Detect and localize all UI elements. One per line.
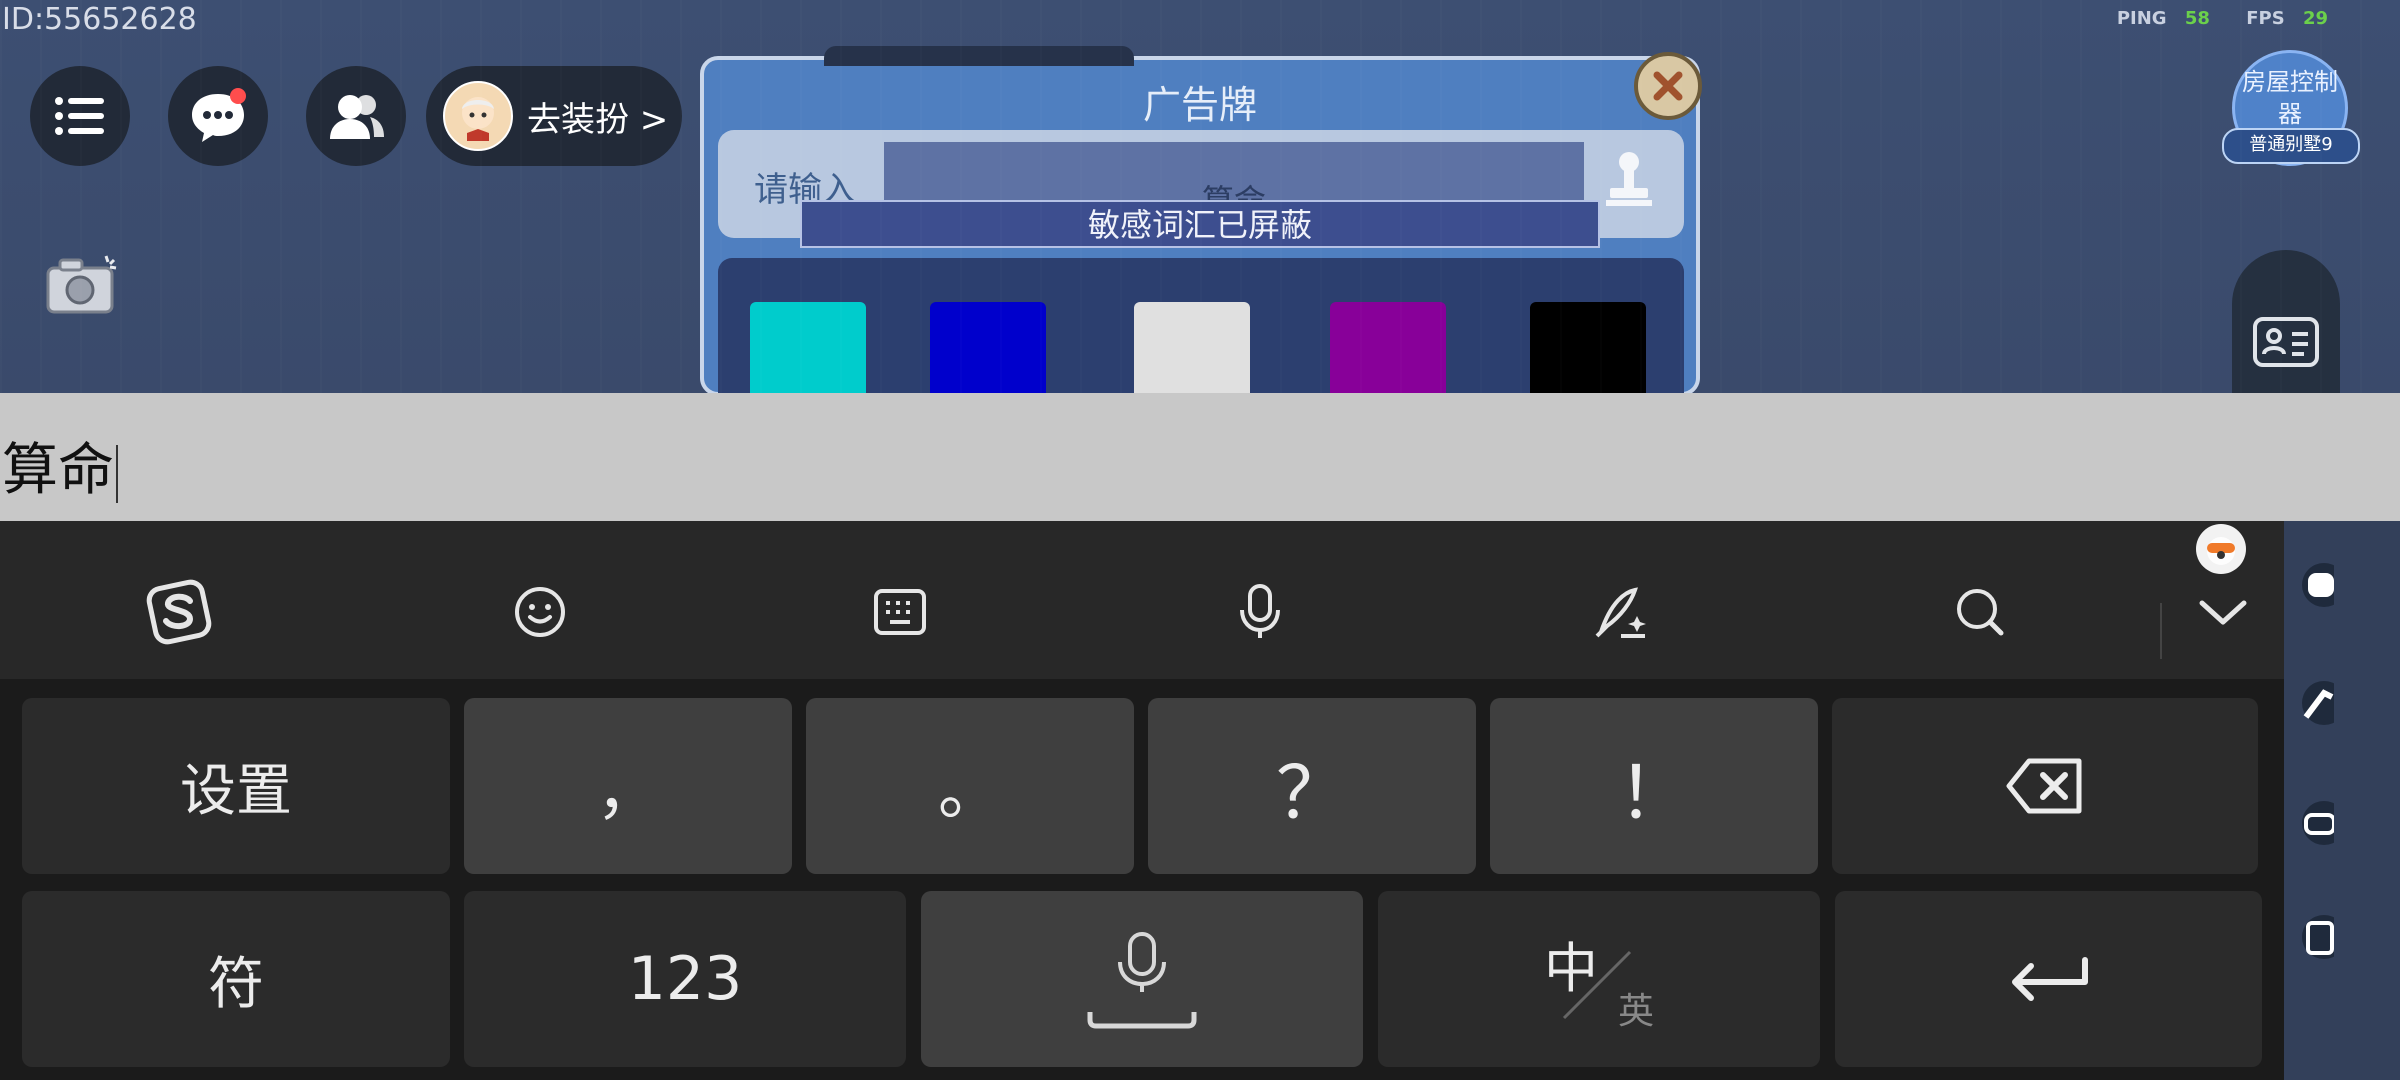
language-switch-key[interactable]: 中 英 [1378,891,1820,1067]
text-caret [116,444,118,503]
color-swatch[interactable] [750,302,866,393]
camera-icon [46,255,117,314]
game-scene: ID:55652628 PING 58 FPS 29 去装扮 > 房屋控制器 普… [0,0,2400,393]
friends-icon [330,95,384,139]
ime-mascot-icon[interactable] [2196,524,2246,574]
stamp-icon [1606,152,1652,206]
keyboard-layout-button[interactable] [865,577,935,647]
stamp-button[interactable] [1604,150,1654,212]
ping-value: 58 [2184,8,2210,29]
sogou-logo-button[interactable] [144,577,214,647]
slash-divider [1562,950,1632,1020]
search-icon [1957,589,2004,636]
handwriting-button[interactable] [1586,577,1656,647]
sensitive-word-toast: 敏感词汇已屏蔽 [800,200,1600,248]
microphone-icon [1087,932,1197,1029]
dress-up-button[interactable]: 去装扮 > [426,66,682,166]
wrench-icon[interactable] [2294,673,2334,733]
fps-label: FPS [2246,8,2285,29]
numbers-key[interactable]: 123 [464,891,906,1067]
voice-icon [1240,584,1280,638]
menu-icon [55,97,104,135]
input-label: 请输入 [754,170,856,210]
billboard-dialog: 广告牌 请输入 算命 [700,46,1700,393]
enter-key[interactable] [1835,891,2262,1067]
exclaim-key[interactable]: ！ [1490,698,1818,874]
player-id: ID:55652628 [2,2,197,37]
robot-icon[interactable] [2294,555,2334,615]
close-icon [1653,71,1683,101]
car-icon[interactable] [2294,793,2334,853]
ping-label: PING [2116,8,2167,29]
fps-value: 29 [2302,8,2328,29]
color-swatch[interactable] [930,302,1046,393]
period-key[interactable]: 。 [806,698,1134,874]
collapse-keyboard-button[interactable] [2188,577,2258,647]
color-swatch[interactable] [1530,302,1646,393]
dialog-close-button[interactable] [1634,52,1702,120]
collapse-icon [2199,600,2247,625]
soft-keyboard: 设置 ， 。 ？ ！ 符 123 中 英 [0,521,2284,1080]
sogou-logo-icon [146,579,212,645]
keyboard-layout-icon [874,589,926,635]
handwriting-icon [1595,587,1646,638]
color-swatch[interactable] [1134,302,1250,393]
ime-composition-bar: 算命 [0,393,2400,521]
billboard-input-value: 算命 [1201,182,1266,220]
question-key[interactable]: ？ [1148,698,1476,874]
settings-key[interactable]: 设置 [22,698,450,874]
friends-button[interactable] [306,66,406,166]
color-palette [718,258,1684,393]
house-controller-button[interactable]: 房屋控制器 [2232,50,2348,166]
voice-button[interactable] [1225,577,1295,647]
dialog-title: 广告牌 [1142,83,1257,127]
chat-icon [192,88,246,142]
avatar-face-icon [462,97,494,141]
menu-button[interactable] [30,66,130,166]
toolbar-divider [2160,603,2162,659]
symbols-key[interactable]: 符 [22,891,450,1067]
dress-up-label: 去装扮 > [527,99,669,140]
input-row: 请输入 算命 [718,130,1684,238]
id-card-icon[interactable] [2252,316,2320,368]
color-swatch[interactable] [1330,302,1446,393]
chat-button[interactable] [168,66,268,166]
emoji-icon [515,587,565,637]
avatar [443,81,513,151]
camera-button[interactable] [44,252,120,320]
comma-key[interactable]: ， [464,698,792,874]
game-side-strip [2284,521,2400,1080]
composition-text: 算命 [2,438,114,503]
clipboard-icon[interactable] [2294,907,2334,967]
house-tag: 普通别墅9 [2222,128,2360,164]
keyboard-toolbar [0,521,2284,679]
backspace-key[interactable] [1832,698,2258,874]
enter-icon [2011,957,2088,1001]
network-stats: PING 58 FPS 29 [2117,8,2328,29]
billboard-text-input[interactable]: 算命 [884,142,1584,228]
dialog-tab-strip [824,46,1134,66]
backspace-icon [2006,758,2082,814]
emoji-button[interactable] [505,577,575,647]
side-panel-bg [2232,250,2340,393]
search-button[interactable] [1945,577,2015,647]
space-voice-key[interactable] [921,891,1363,1067]
